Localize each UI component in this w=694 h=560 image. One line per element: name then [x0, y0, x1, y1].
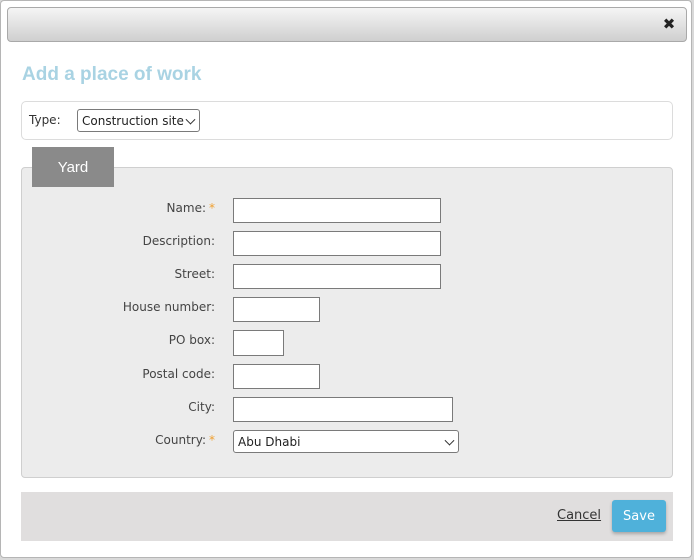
required-marker: *	[209, 433, 215, 447]
country-select-value: Abu Dhabi	[238, 434, 301, 449]
house-number-input[interactable]	[233, 297, 320, 322]
city-label: City:	[188, 400, 215, 414]
required-marker: *	[209, 201, 215, 215]
city-input[interactable]	[233, 397, 453, 422]
chevron-down-icon	[444, 435, 455, 446]
save-button[interactable]: Save	[612, 500, 666, 532]
type-select[interactable]: Construction site	[77, 109, 200, 132]
name-input[interactable]	[233, 198, 441, 223]
street-input[interactable]	[233, 264, 441, 289]
country-select[interactable]: Abu Dhabi	[233, 430, 459, 453]
chevron-down-icon	[185, 114, 196, 125]
dialog-title: Add a place of work	[22, 64, 202, 85]
description-input[interactable]	[233, 231, 441, 256]
name-label: Name: *	[167, 201, 215, 215]
cancel-link[interactable]: Cancel	[557, 508, 601, 523]
type-row: Type: Construction site	[21, 101, 673, 140]
tab-yard[interactable]: Yard	[32, 147, 114, 187]
type-select-value: Construction site	[82, 113, 184, 128]
po-box-input[interactable]	[233, 330, 284, 356]
postal-code-label: Postal code:	[142, 367, 215, 381]
house-number-label: House number:	[122, 300, 215, 314]
name-label-text: Name:	[166, 201, 206, 215]
country-label-text: Country:	[155, 433, 206, 447]
postal-code-input[interactable]	[233, 364, 320, 389]
dialog-titlebar: ✖	[7, 7, 687, 42]
po-box-label: PO box:	[168, 333, 215, 347]
description-label: Description:	[142, 234, 215, 248]
country-label: Country: *	[155, 433, 215, 447]
close-icon[interactable]: ✖	[660, 15, 678, 33]
add-place-of-work-dialog: ✖ Add a place of work Type: Construction…	[0, 0, 692, 558]
type-label: Type:	[29, 113, 61, 127]
street-label: Street:	[174, 267, 215, 281]
